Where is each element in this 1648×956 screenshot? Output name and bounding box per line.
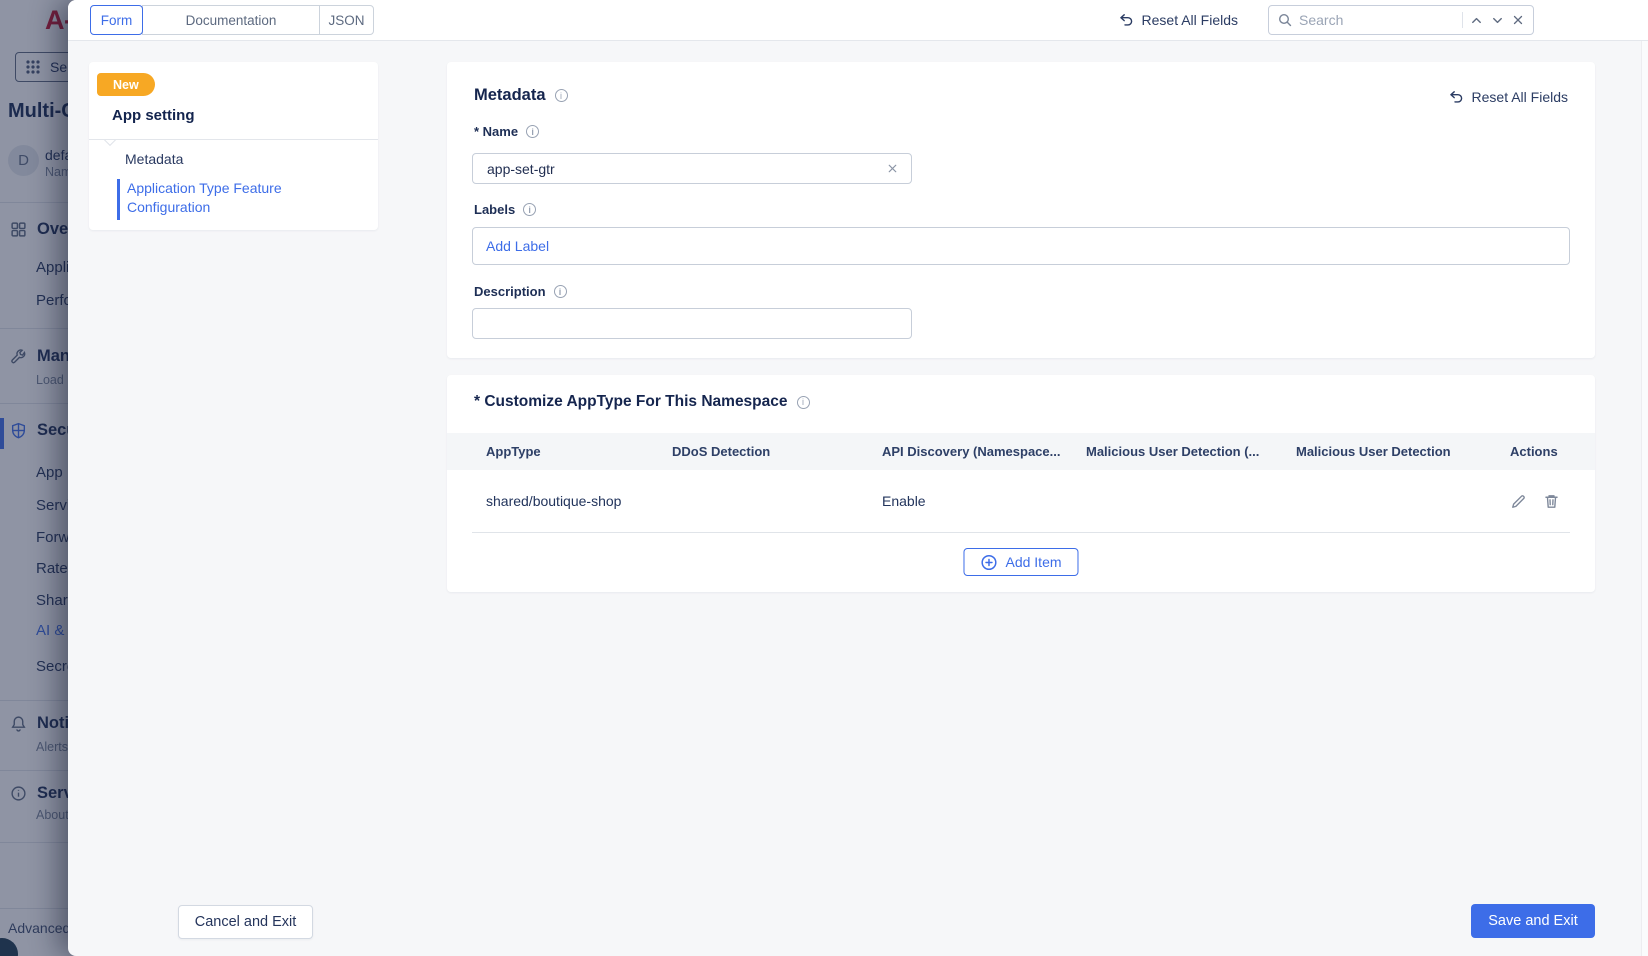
name-field-label: * Name	[474, 124, 539, 139]
column-header-actions: Actions	[1510, 444, 1595, 459]
column-header-ddos-detection: DDoS Detection	[672, 444, 882, 459]
clear-name-icon[interactable]	[886, 162, 899, 175]
info-icon[interactable]	[523, 203, 536, 216]
column-header-apptype: AppType	[486, 444, 672, 459]
tab-form[interactable]: Form	[90, 5, 143, 35]
description-field-label: Description	[474, 284, 567, 299]
wizard-step-metadata[interactable]: Metadata	[125, 151, 183, 167]
wizard-divider	[89, 139, 378, 140]
wizard-title: App setting	[112, 107, 195, 124]
search-next-button[interactable]	[1490, 13, 1505, 28]
wizard-step-app-type-feature-config[interactable]: Application Type Feature Configuration	[127, 179, 317, 217]
apptype-card-title: * Customize AppType For This Namespace	[474, 393, 788, 411]
undo-icon	[1448, 89, 1464, 105]
metadata-card-title: Metadata	[474, 86, 546, 105]
scrollbar[interactable]	[1641, 41, 1648, 956]
table-divider	[472, 532, 1570, 533]
reset-all-fields-label: Reset All Fields	[1472, 89, 1568, 105]
search-icon	[1277, 12, 1293, 28]
column-header-malicious-user-detection-ns: Malicious User Detection (...	[1086, 444, 1296, 459]
apptype-table-row: shared/boutique-shop Enable	[447, 470, 1595, 532]
info-icon[interactable]	[554, 285, 567, 298]
search-input[interactable]	[1299, 12, 1456, 28]
add-label-button[interactable]: Add Label	[486, 238, 549, 254]
search-separator	[1462, 12, 1463, 28]
labels-input[interactable]: Add Label	[472, 227, 1570, 265]
new-badge: New	[97, 73, 155, 96]
app-setting-modal: Form Documentation JSON Reset All Fields	[68, 0, 1648, 956]
tab-json[interactable]: JSON	[319, 5, 374, 35]
wizard-nav-card: New App setting Metadata Application Typ…	[89, 62, 378, 230]
search-box	[1268, 5, 1534, 35]
column-header-malicious-user-detection: Malicious User Detection	[1296, 444, 1510, 459]
wizard-divider-notch	[101, 140, 123, 149]
reset-all-fields-label: Reset All Fields	[1142, 12, 1238, 28]
save-and-exit-button[interactable]: Save and Exit	[1471, 904, 1595, 938]
cell-apptype: shared/boutique-shop	[486, 493, 672, 509]
cancel-and-exit-button[interactable]: Cancel and Exit	[178, 905, 313, 939]
view-tabs: Form Documentation JSON	[90, 5, 374, 35]
plus-circle-icon	[980, 554, 997, 571]
search-close-button[interactable]	[1511, 13, 1525, 27]
info-icon[interactable]	[526, 125, 539, 138]
edit-row-icon[interactable]	[1510, 493, 1527, 510]
apptype-table-header: AppType DDoS Detection API Discovery (Na…	[447, 433, 1595, 470]
name-input-value: app-set-gtr	[487, 161, 886, 177]
metadata-card: Metadata Reset All Fields * Name app-set…	[447, 62, 1595, 358]
delete-row-icon[interactable]	[1543, 493, 1560, 510]
description-input[interactable]	[472, 308, 912, 339]
column-header-api-discovery: API Discovery (Namespace...	[882, 444, 1086, 459]
name-input[interactable]: app-set-gtr	[472, 153, 912, 184]
tab-documentation[interactable]: Documentation	[142, 5, 320, 35]
info-icon[interactable]	[797, 396, 810, 409]
search-prev-button[interactable]	[1469, 13, 1484, 28]
modal-topbar: Form Documentation JSON Reset All Fields	[68, 0, 1648, 41]
info-icon[interactable]	[555, 89, 568, 102]
card-reset-all-fields-button[interactable]: Reset All Fields	[1448, 89, 1568, 105]
active-step-indicator	[117, 179, 120, 220]
reset-all-fields-button[interactable]: Reset All Fields	[1118, 12, 1238, 28]
cell-api-discovery: Enable	[882, 493, 1086, 509]
customize-apptype-card: * Customize AppType For This Namespace A…	[447, 375, 1595, 592]
add-item-label: Add Item	[1005, 554, 1061, 570]
undo-icon	[1118, 12, 1134, 28]
add-item-button[interactable]: Add Item	[963, 548, 1078, 576]
labels-field-label: Labels	[474, 202, 536, 217]
